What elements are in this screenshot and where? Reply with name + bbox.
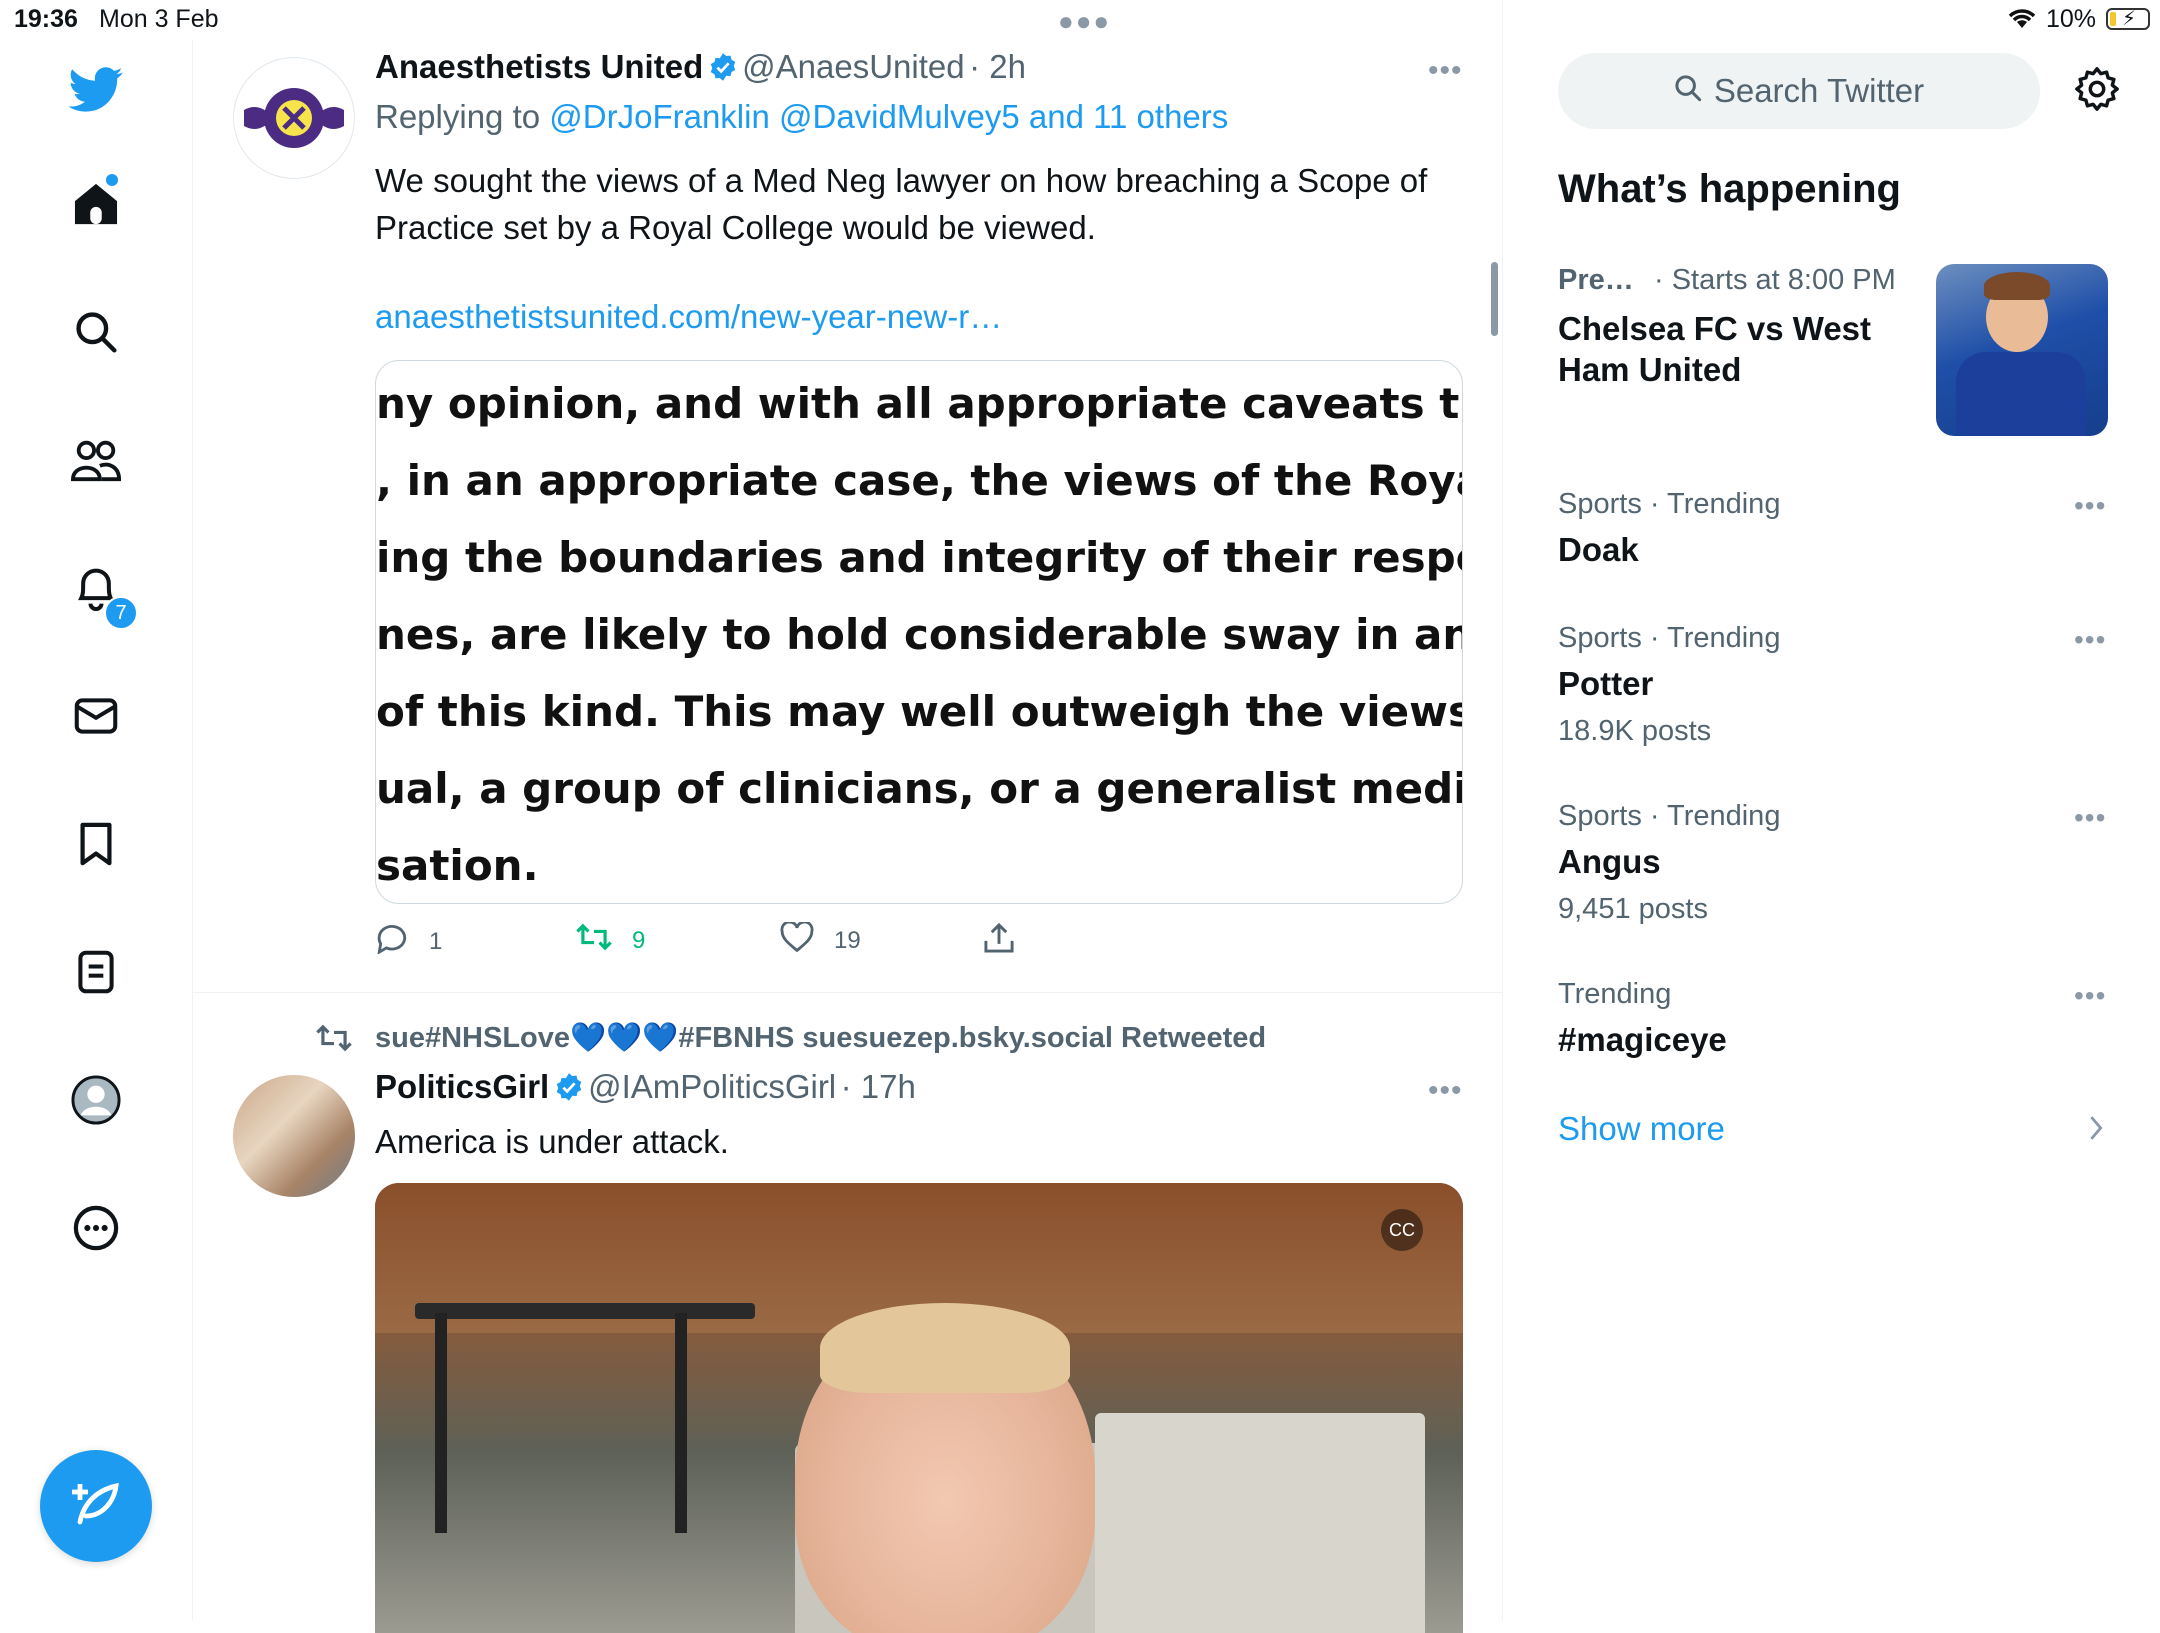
image-text-line: sation. [376,841,539,890]
retweet-button[interactable]: 9 [576,922,645,959]
scrollbar[interactable] [1491,262,1498,336]
trend-meta: Sports · Trending [1558,800,1781,832]
tweet-text-line: Practice set by a Royal College would be… [375,209,1096,246]
retweet-count: 9 [632,926,646,954]
event-category: Pre… [1558,264,1634,296]
retweeted-by[interactable]: sue#NHSLove💙💙💙#FBNHS suesuezep.bsky.soci… [375,1021,1266,1055]
whats-happening-heading: What’s happening [1558,167,1901,211]
avatar[interactable] [233,57,355,179]
like-count: 19 [834,926,861,954]
share-button[interactable] [983,922,1015,961]
twitter-logo-icon[interactable] [66,60,126,120]
retweet-icon [316,1023,352,1058]
search-icon[interactable] [66,302,126,362]
trend-more-icon[interactable]: ••• [2074,490,2106,522]
tweet-image[interactable]: ny opinion, and with all appropriate cav… [375,360,1463,904]
mail-icon[interactable] [66,686,126,746]
notifications-badge: 7 [104,596,138,630]
image-text-line: ual, a group of clinicians, or a general… [376,764,1463,813]
trend-posts: 18.9K posts [1558,715,1712,747]
tweet-text: We sought the views of a Med Neg lawyer … [375,157,1427,251]
trend-title[interactable]: #magiceye [1558,1021,1727,1059]
bookmark-icon[interactable] [66,814,126,874]
image-text-line: of this kind. This may well outweigh the… [376,687,1463,736]
reply-count: 1 [429,927,443,955]
tweet-time[interactable]: · 17h [841,1068,916,1105]
reply-icon [375,922,409,961]
image-text-line: ing the boundaries and integrity of thei… [376,533,1462,582]
replying-to-links[interactable]: @DrJoFranklin @DavidMulvey5 and 11 other… [549,98,1228,135]
trend-title[interactable]: Angus [1558,843,1661,881]
heart-icon [780,920,814,959]
wifi-icon [2006,6,2038,37]
tweet-text: America is under attack. [375,1123,729,1160]
author-name[interactable]: PoliticsGirl [375,1068,549,1105]
avatar[interactable] [233,1075,355,1197]
tweet-more-icon[interactable]: ••• [1428,54,1463,88]
tweet-time[interactable]: · 2h [969,48,1026,85]
battery-percent: 10% [2046,5,2097,33]
battery-icon: ⚡ [2106,8,2150,30]
share-icon [983,922,1015,961]
trend-more-icon[interactable]: ••• [2074,802,2106,834]
tweet-text-line: We sought the views of a Med Neg lawyer … [375,162,1428,199]
trend-more-icon[interactable]: ••• [2074,624,2106,656]
trend-meta: Trending [1558,978,1672,1010]
event-thumbnail[interactable] [1936,264,2108,436]
author-handle[interactable]: @AnaesUnited [742,48,964,85]
show-more-link[interactable]: Show more [1558,1110,1725,1148]
image-text-line: nes, are likely to hold considerable swa… [376,610,1462,659]
event-time: · Starts at 8:00 PM [1654,264,1896,296]
home-unread-dot [106,174,118,186]
verified-icon [708,53,738,82]
tweet-link[interactable]: anaesthetistsunited.com/new-year-new-r… [375,298,1002,336]
search-icon [1674,72,1702,110]
communities-icon[interactable] [66,430,126,490]
left-nav: 7 [0,40,193,1620]
trend-posts: 9,451 posts [1558,893,1708,925]
tweet-video[interactable]: CC [375,1183,1463,1633]
image-text-line: ny opinion, and with all appropriate cav… [376,379,1463,428]
replying-prefix: Replying to [375,98,541,135]
like-button[interactable]: 19 [780,920,861,959]
trend-meta: Sports · Trending [1558,622,1781,654]
gear-icon[interactable] [2074,66,2120,117]
event-title-line: Chelsea FC vs West [1558,310,1872,347]
captions-icon[interactable]: CC [1381,1209,1423,1251]
tweet-divider [193,992,1503,993]
profile-icon[interactable] [66,1070,126,1130]
author-name[interactable]: Anaesthetists United [375,48,703,85]
trend-title[interactable]: Doak [1558,531,1639,569]
more-circle-icon[interactable] [66,1198,126,1258]
search-placeholder: Search Twitter [1713,72,1925,109]
verified-icon [554,1073,584,1102]
author-handle[interactable]: @IAmPoliticsGirl [588,1068,836,1105]
compose-button[interactable] [40,1450,152,1562]
event-title: Chelsea FC vs West Ham United [1558,308,1871,390]
trend-title[interactable]: Potter [1558,665,1653,703]
reply-button[interactable]: 1 [375,922,442,961]
trend-meta: Sports · Trending [1558,488,1781,520]
status-time: 19:36 [14,5,78,33]
retweet-icon [576,922,612,959]
event-title-line: Ham United [1558,351,1742,388]
list-icon[interactable] [66,942,126,1002]
chevron-right-icon[interactable] [2088,1114,2104,1147]
search-input[interactable]: Search Twitter [1558,53,2040,129]
trend-more-icon[interactable]: ••• [2074,980,2106,1012]
compose-icon [70,1478,122,1535]
image-text-line: , in an appropriate case, the views of t… [376,456,1463,505]
tweet-more-icon[interactable]: ••• [1428,1074,1463,1108]
